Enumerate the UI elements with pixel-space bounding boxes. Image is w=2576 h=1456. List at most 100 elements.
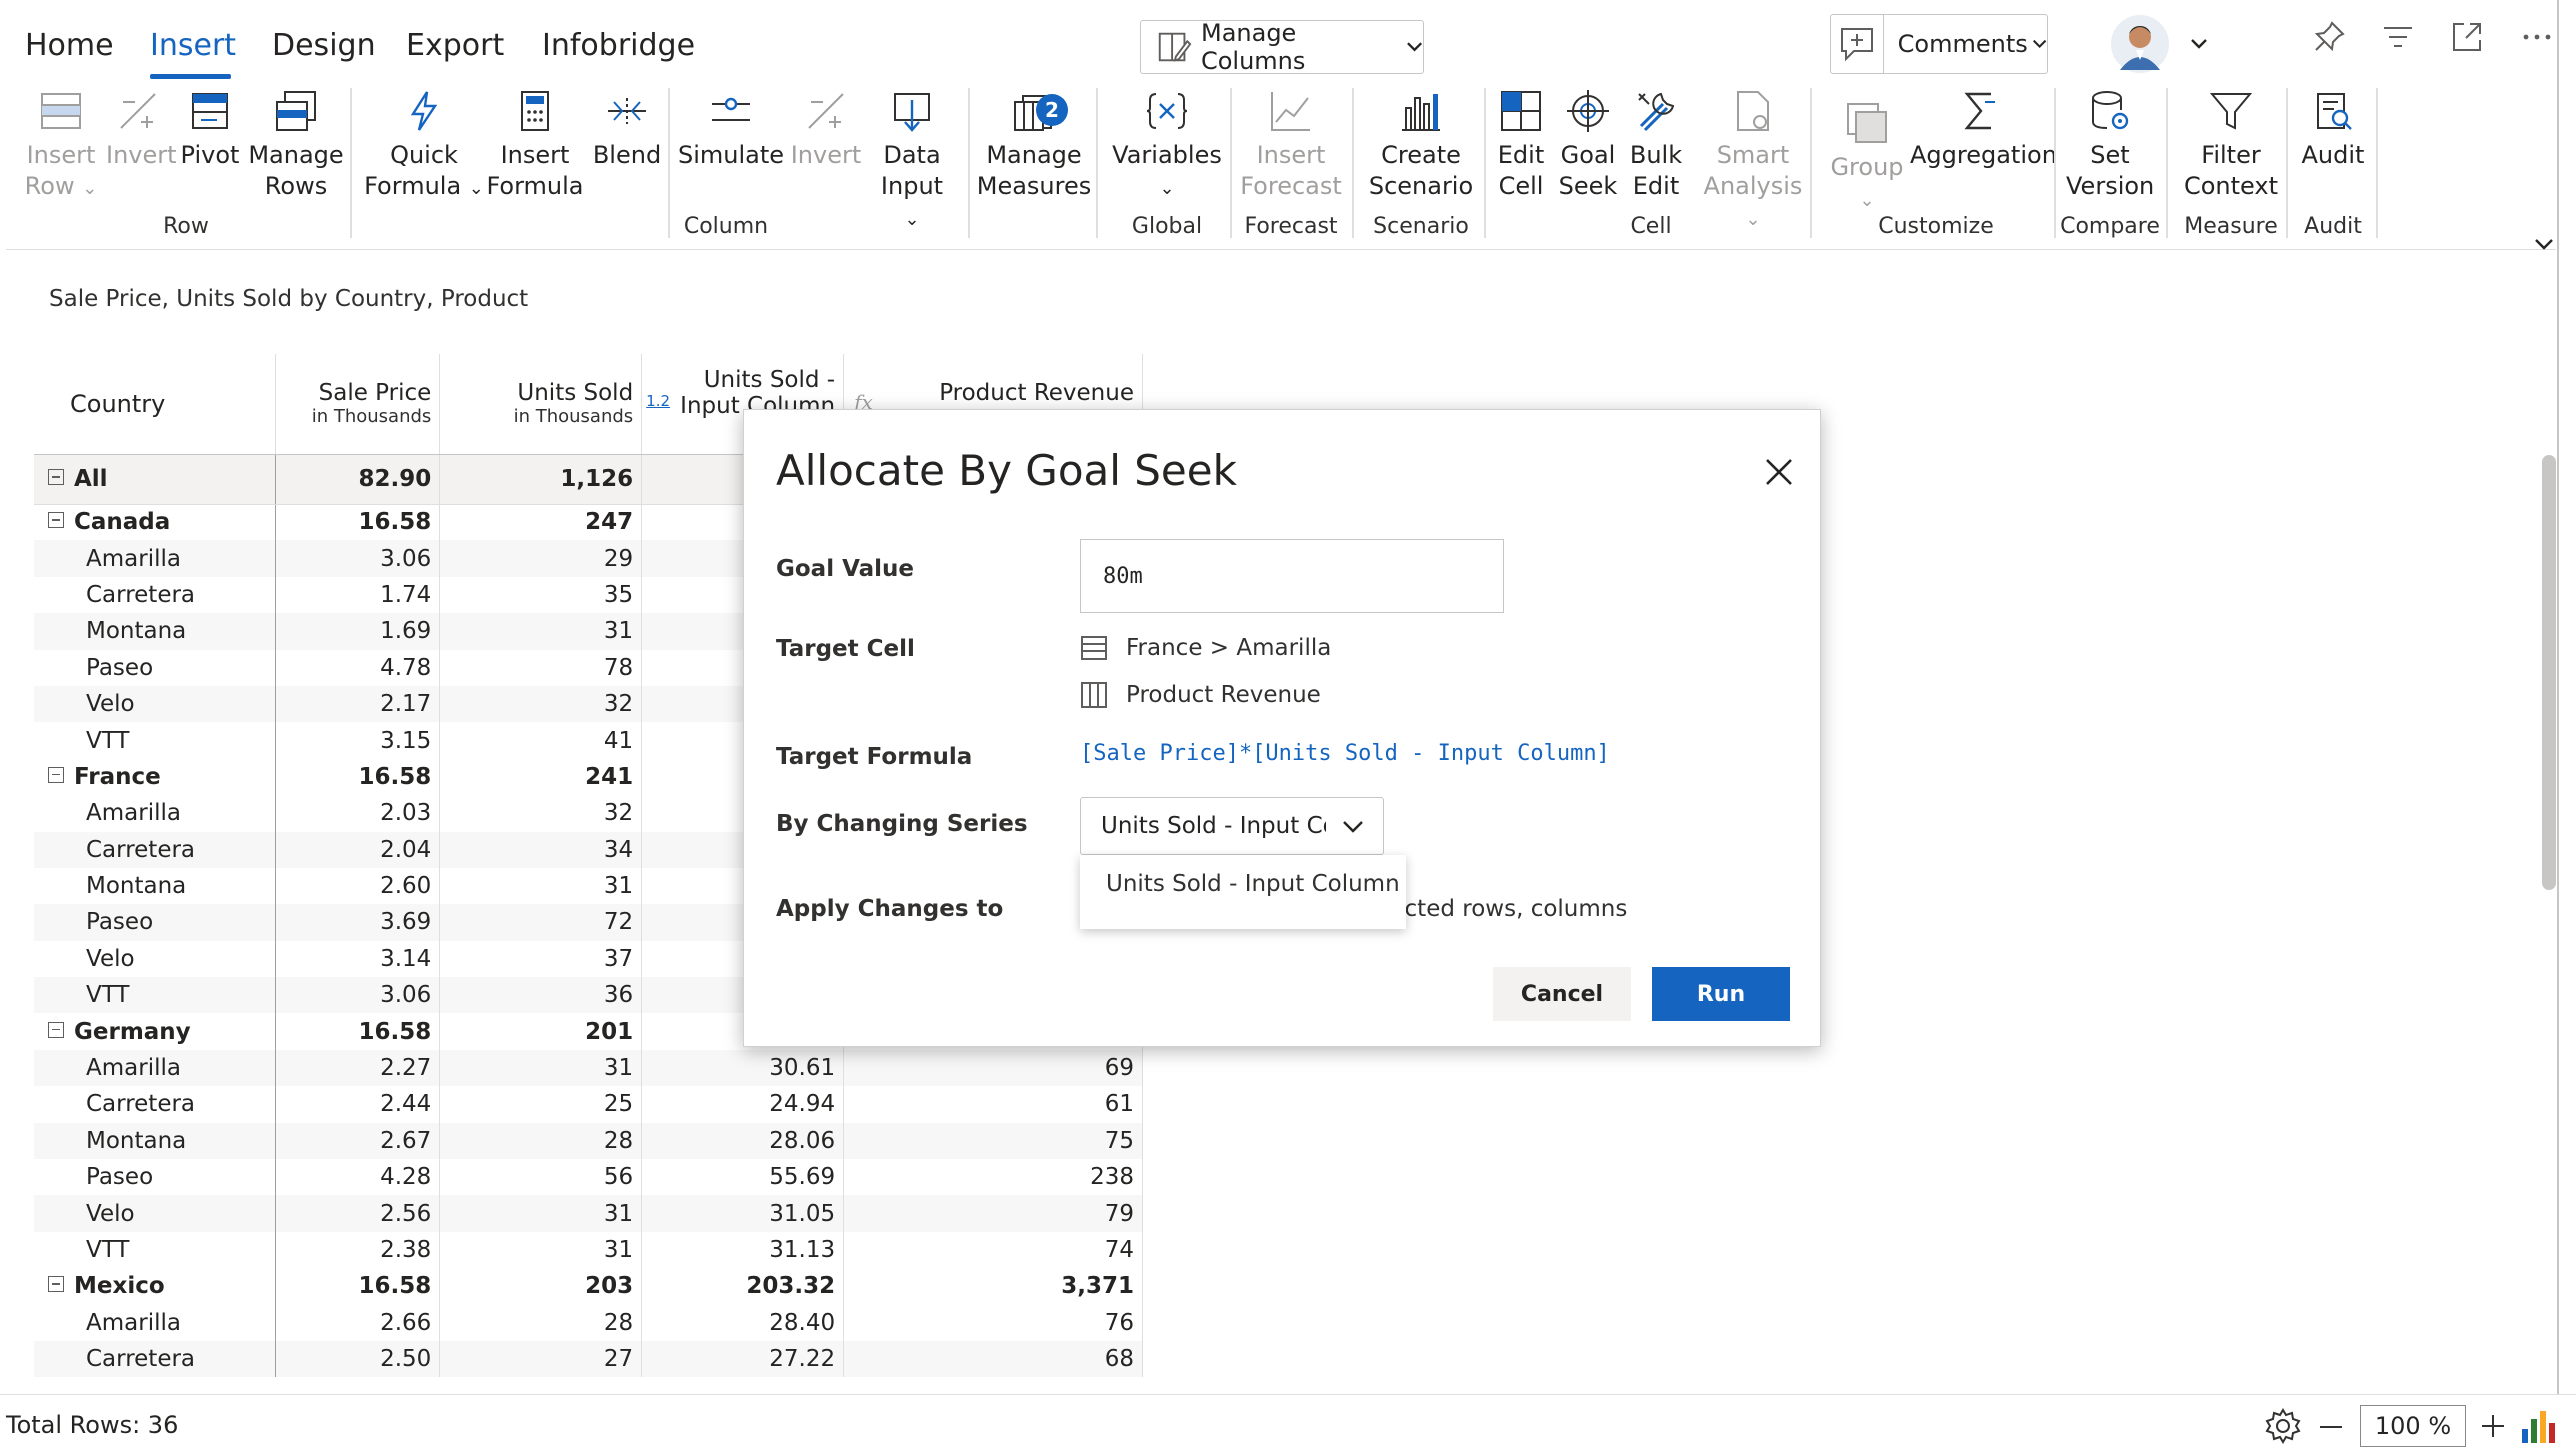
insert-forecast-button[interactable]: Insert Forecast: [1238, 88, 1344, 202]
cell-sale[interactable]: 16.58: [275, 1268, 441, 1305]
cell-units[interactable]: 28: [439, 1304, 643, 1341]
cell-sale[interactable]: 2.60: [275, 867, 441, 905]
row-name-cell[interactable]: Paseo: [34, 649, 277, 686]
row-name-cell[interactable]: Germany: [34, 1013, 277, 1050]
cell-sale[interactable]: 3.06: [275, 977, 441, 1014]
cell-rev[interactable]: 3,371: [843, 1268, 1143, 1305]
cell-units[interactable]: 203: [439, 1268, 643, 1305]
manage-measures-button[interactable]: 2 Manage Measures: [976, 88, 1092, 202]
row-name-cell[interactable]: VTT: [34, 1231, 277, 1269]
cell-units[interactable]: 32: [439, 685, 643, 723]
group-button[interactable]: Group ⌄: [1824, 100, 1910, 216]
quick-formula-button[interactable]: Quick Formula ⌄: [364, 88, 484, 204]
cell-sale[interactable]: 2.56: [275, 1195, 441, 1232]
dropdown-option[interactable]: Units Sold - Input Column: [1106, 871, 1400, 897]
cell-rev[interactable]: 79: [843, 1195, 1143, 1232]
cell-sale[interactable]: 3.15: [275, 722, 441, 759]
run-button[interactable]: Run: [1652, 967, 1790, 1021]
filter-context-button[interactable]: Filter Context: [2178, 88, 2284, 202]
cell-sale[interactable]: 2.50: [275, 1340, 441, 1378]
cell-input[interactable]: 55.69: [641, 1159, 845, 1196]
aggregation-button[interactable]: Aggregation: [1910, 88, 2057, 171]
cell-sale[interactable]: 3.69: [275, 904, 441, 941]
cell-sale[interactable]: 4.78: [275, 649, 441, 686]
focus-mode-icon[interactable]: [2444, 14, 2490, 60]
cell-sale[interactable]: 16.58: [275, 1013, 441, 1050]
header-sale-price[interactable]: Sale Price in Thousands: [275, 354, 441, 455]
more-options-icon[interactable]: [2514, 14, 2560, 60]
cell-input[interactable]: 28.06: [641, 1122, 845, 1160]
cell-input[interactable]: 31.13: [641, 1231, 845, 1269]
pivot-button[interactable]: Pivot: [178, 88, 242, 171]
table-row[interactable]: Amarilla 2.66 28 28.40 76: [34, 1304, 1143, 1341]
data-input-button[interactable]: Data Input ⌄: [870, 88, 954, 235]
invert-column-button[interactable]: Invert: [790, 88, 862, 171]
cell-units[interactable]: 56: [439, 1159, 643, 1196]
cell-sale[interactable]: 16.58: [275, 504, 441, 541]
cell-units[interactable]: 31: [439, 613, 643, 650]
blend-button[interactable]: Blend: [590, 88, 664, 171]
row-name-cell[interactable]: Amarilla: [34, 540, 277, 577]
cell-input[interactable]: 28.40: [641, 1304, 845, 1341]
cell-units[interactable]: 1,126: [439, 454, 643, 505]
variables-button[interactable]: Variables ⌄: [1112, 88, 1222, 204]
goal-seek-button[interactable]: Goal Seek: [1554, 88, 1622, 202]
cell-sale[interactable]: 4.28: [275, 1159, 441, 1196]
cell-sale[interactable]: 1.69: [275, 613, 441, 650]
tab-export[interactable]: Export: [406, 28, 504, 63]
cell-units[interactable]: 72: [439, 904, 643, 941]
row-name-cell[interactable]: All: [34, 454, 277, 505]
cell-units[interactable]: 34: [439, 831, 643, 868]
comments-button[interactable]: Comments: [1830, 14, 2048, 74]
cell-units[interactable]: 241: [439, 758, 643, 796]
collapse-ribbon-icon[interactable]: [2534, 238, 2554, 250]
tab-infobridge[interactable]: Infobridge: [542, 28, 695, 63]
user-menu[interactable]: [2110, 14, 2216, 74]
cell-units[interactable]: 31: [439, 867, 643, 905]
cell-units[interactable]: 29: [439, 540, 643, 577]
cell-units[interactable]: 27: [439, 1340, 643, 1378]
invert-row-button[interactable]: Invert: [106, 88, 177, 171]
cell-units[interactable]: 35: [439, 576, 643, 614]
cell-rev[interactable]: 75: [843, 1122, 1143, 1160]
table-row[interactable]: VTT 2.38 31 31.13 74: [34, 1231, 1143, 1269]
table-row[interactable]: Carretera 2.44 25 24.94 61: [34, 1086, 1143, 1123]
table-row[interactable]: Amarilla 2.27 31 30.61 69: [34, 1049, 1143, 1087]
manage-columns-button[interactable]: Manage Columns: [1140, 19, 1424, 75]
cell-sale[interactable]: 1.74: [275, 576, 441, 614]
collapse-toggle-icon[interactable]: [48, 1276, 64, 1293]
row-name-cell[interactable]: Amarilla: [34, 1304, 277, 1341]
cell-units[interactable]: 31: [439, 1231, 643, 1269]
row-name-cell[interactable]: Canada: [34, 504, 277, 541]
audit-button[interactable]: Audit: [2294, 88, 2372, 171]
collapse-toggle-icon[interactable]: [48, 469, 64, 485]
cell-rev[interactable]: 238: [843, 1159, 1143, 1196]
cell-input[interactable]: 203.32: [641, 1268, 845, 1305]
row-name-cell[interactable]: Mexico: [34, 1268, 277, 1305]
smart-analysis-button[interactable]: Smart Analysis ⌄: [1700, 88, 1806, 235]
row-name-cell[interactable]: Carretera: [34, 1086, 277, 1123]
zoom-in-icon[interactable]: [2480, 1413, 2506, 1439]
table-row[interactable]: Velo 2.56 31 31.05 79: [34, 1195, 1143, 1232]
cell-input[interactable]: 30.61: [641, 1049, 845, 1087]
tab-insert[interactable]: Insert: [150, 28, 236, 63]
changing-series-select[interactable]: Units Sold - Input Column: [1080, 797, 1384, 855]
collapse-toggle-icon[interactable]: [48, 766, 64, 783]
cell-sale[interactable]: 2.66: [275, 1304, 441, 1341]
row-name-cell[interactable]: Carretera: [34, 1340, 277, 1378]
cell-sale[interactable]: 2.04: [275, 831, 441, 868]
goal-value-input[interactable]: [1080, 539, 1504, 613]
cell-units[interactable]: 247: [439, 504, 643, 541]
cell-units[interactable]: 31: [439, 1195, 643, 1232]
row-name-cell[interactable]: Amarilla: [34, 1049, 277, 1087]
row-name-cell[interactable]: Carretera: [34, 831, 277, 868]
simulate-button[interactable]: Simulate: [676, 88, 786, 171]
row-name-cell[interactable]: Paseo: [34, 1159, 277, 1196]
cell-sale[interactable]: 82.90: [275, 454, 441, 505]
table-row[interactable]: Paseo 4.28 56 55.69 238: [34, 1159, 1143, 1196]
zoom-level-input[interactable]: 100 %: [2360, 1405, 2466, 1447]
set-version-button[interactable]: Set Version: [2066, 88, 2154, 202]
insert-formula-button[interactable]: Insert Formula: [486, 88, 584, 202]
vertical-scrollbar[interactable]: [2542, 455, 2556, 890]
cell-sale[interactable]: 3.06: [275, 540, 441, 577]
